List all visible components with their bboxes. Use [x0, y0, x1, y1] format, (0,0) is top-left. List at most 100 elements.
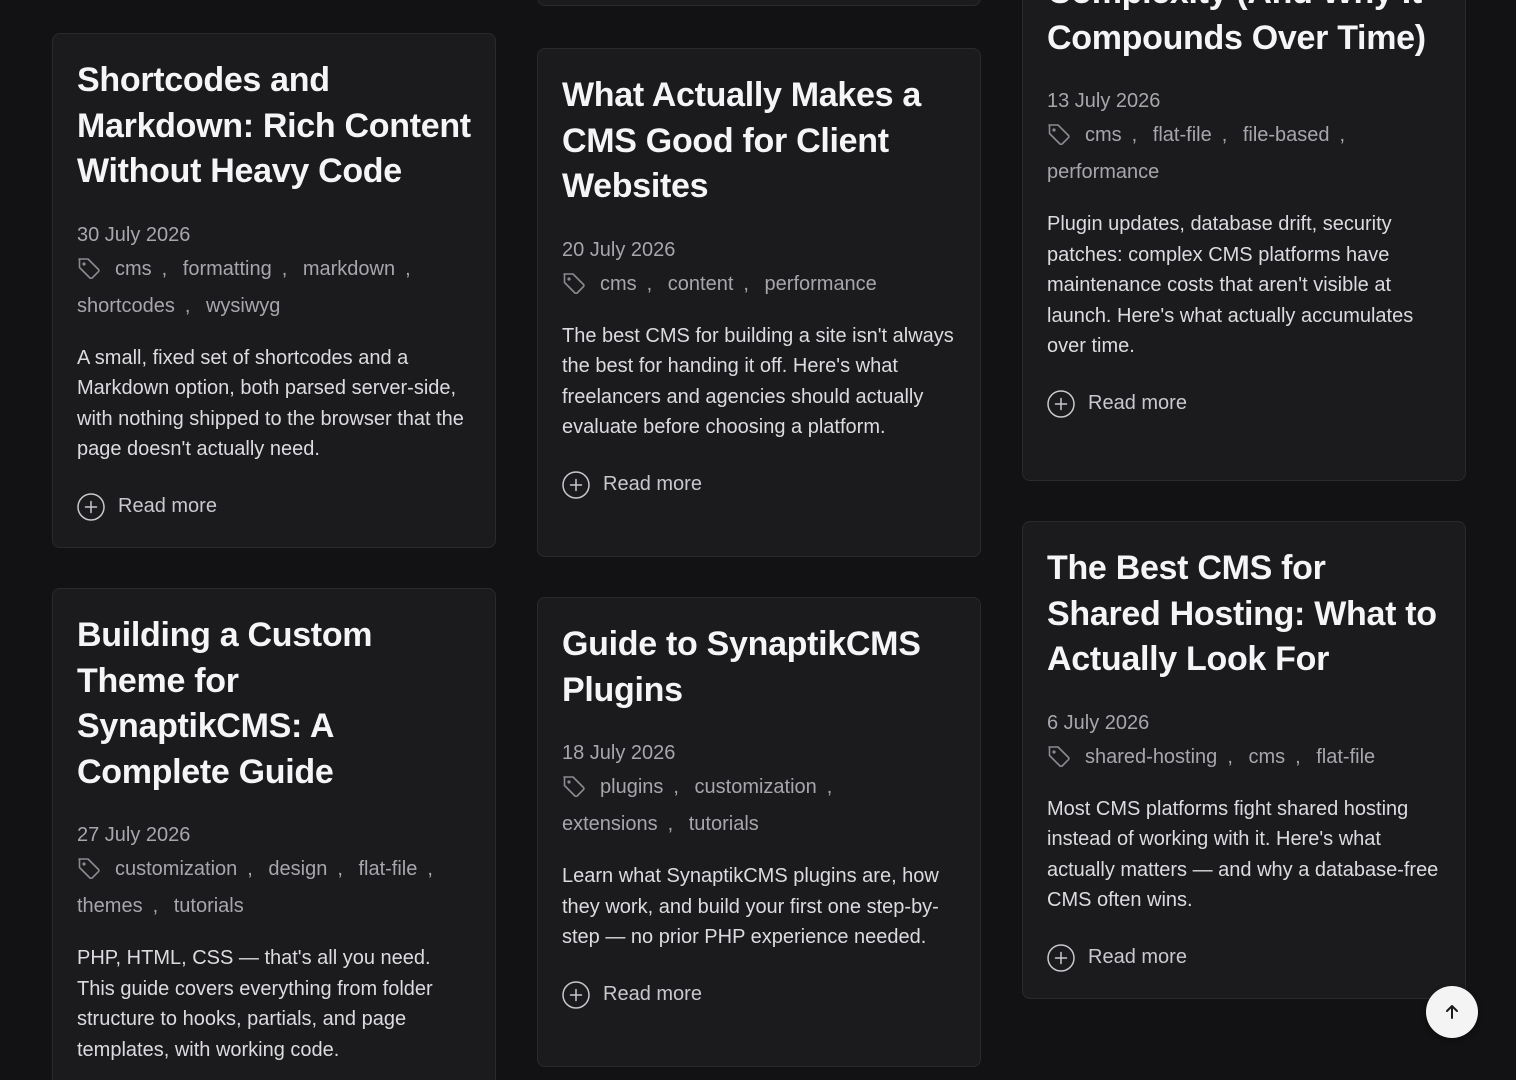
tag-link[interactable]: content: [668, 273, 734, 295]
post-date: 27 July 2026: [77, 824, 191, 846]
tag-link[interactable]: design: [268, 858, 327, 880]
post-card-4: Guide to SynaptikCMS Plugins 18 July 202…: [537, 597, 981, 1067]
post-date: 18 July 2026: [562, 742, 676, 764]
tag-link[interactable]: cms: [1248, 746, 1285, 768]
post-excerpt: The best CMS for building a site isn't a…: [562, 324, 954, 439]
post-meta: 18 July 2026 plugins, customization, ext…: [562, 737, 956, 843]
read-more-link[interactable]: Read more: [562, 470, 956, 499]
post-tags: cms, content, performance: [562, 266, 956, 303]
tag-link[interactable]: flat-file: [1316, 746, 1375, 768]
tag-separator: ,: [427, 858, 433, 880]
blog-post-grid: Shortcodes and Markdown: Rich Content Wi…: [0, 0, 1516, 1080]
scroll-to-top-button[interactable]: [1426, 986, 1478, 1038]
tag-link[interactable]: flat-file: [1153, 124, 1212, 146]
post-title[interactable]: Building a Custom Theme for SynaptikCMS:…: [77, 613, 471, 795]
tag-separator: ,: [1131, 124, 1138, 146]
read-more-label: Read more: [603, 473, 702, 495]
tag-separator: ,: [161, 257, 168, 280]
tag-icon: [563, 272, 585, 294]
tag-separator: ,: [1227, 745, 1233, 768]
post-excerpt: A small, fixed set of shortcodes and a M…: [77, 346, 464, 461]
post-tags: plugins, customization, extensions, tuto…: [562, 769, 956, 843]
tag-separator: ,: [667, 813, 674, 835]
tag-icon: [1048, 745, 1070, 767]
post-title[interactable]: What Actually Makes a CMS Good for Clien…: [562, 73, 956, 210]
tag-separator: ,: [247, 858, 253, 880]
read-more-link[interactable]: Read more: [1047, 389, 1441, 418]
previous-card-bottom: [537, 0, 981, 6]
plus-circle-icon: [1047, 389, 1075, 418]
tag-link[interactable]: performance: [765, 273, 877, 295]
post-card-6: The Best CMS for Shared Hosting: What to…: [1022, 521, 1466, 999]
tag-link[interactable]: customization: [115, 858, 237, 880]
tag-icon: [78, 858, 100, 879]
post-date: 13 July 2026: [1047, 90, 1161, 112]
post-tags: customization, design, flat-file, themes…: [77, 851, 471, 925]
tag-link[interactable]: plugins: [600, 776, 663, 798]
tag-link[interactable]: cms: [600, 273, 637, 295]
tag-link[interactable]: shortcodes: [77, 295, 175, 317]
tag-separator: ,: [743, 272, 749, 295]
tag-separator: ,: [646, 272, 653, 295]
post-card-1: Shortcodes and Markdown: Rich Content Wi…: [52, 33, 496, 548]
post-meta: 27 July 2026 customization, design, flat…: [77, 819, 471, 925]
post-title[interactable]: The Best CMS for Shared Hosting: What to…: [1047, 546, 1441, 683]
tag-icon: [1048, 124, 1070, 145]
tag-separator: ,: [281, 257, 288, 280]
tag-separator: ,: [673, 776, 679, 798]
tag-link[interactable]: shared-hosting: [1085, 746, 1217, 768]
arrow-up-icon: [1446, 1005, 1458, 1019]
tag-link[interactable]: performance: [1047, 161, 1159, 183]
tag-link[interactable]: tutorials: [689, 813, 759, 835]
post-excerpt: Learn what SynaptikCMS plugins are, how …: [562, 865, 939, 948]
post-card-5: Complexity (And Why It Compounds Over Ti…: [1022, 0, 1466, 481]
tag-link[interactable]: wysiwyg: [206, 295, 280, 317]
post-meta: 6 July 2026 shared-hosting, cms, flat-fi…: [1047, 707, 1441, 776]
read-more-link[interactable]: Read more: [562, 980, 956, 1009]
read-more-label: Read more: [603, 983, 702, 1005]
plus-circle-icon: [562, 980, 590, 1009]
read-more-link[interactable]: Read more: [77, 492, 471, 521]
read-more-link[interactable]: Read more: [1047, 943, 1441, 972]
post-date: 30 July 2026: [77, 223, 191, 246]
post-tags: cms, formatting, markdown, shortcodes, w…: [77, 251, 471, 325]
tag-separator: ,: [152, 895, 159, 917]
post-meta: 20 July 2026 cms, content, performance: [562, 234, 956, 303]
post-date: 20 July 2026: [562, 238, 676, 261]
read-more-label: Read more: [1088, 946, 1187, 968]
tag-link[interactable]: markdown: [303, 258, 395, 280]
tag-link[interactable]: cms: [1085, 124, 1122, 146]
post-date: 6 July 2026: [1047, 711, 1150, 734]
tag-separator: ,: [826, 776, 833, 798]
post-title[interactable]: Shortcodes and Markdown: Rich Content Wi…: [77, 58, 471, 195]
post-title[interactable]: Complexity (And Why It Compounds Over Ti…: [1047, 0, 1441, 61]
tag-link[interactable]: themes: [77, 895, 143, 917]
post-excerpt: Plugin updates, database drift, security…: [1047, 213, 1414, 357]
post-meta: 30 July 2026 cms, formatting, markdown, …: [77, 219, 471, 325]
post-title[interactable]: Guide to SynaptikCMS Plugins: [562, 622, 956, 713]
tag-separator: ,: [1339, 124, 1346, 146]
tag-link[interactable]: customization: [695, 776, 817, 798]
tag-link[interactable]: tutorials: [174, 895, 244, 917]
post-excerpt: Most CMS platforms fight shared hosting …: [1047, 797, 1439, 912]
post-meta: 13 July 2026 cms, flat-file, file-based,…: [1047, 85, 1441, 191]
post-excerpt: PHP, HTML, CSS — that's all you need. Th…: [77, 947, 433, 1061]
plus-circle-icon: [562, 470, 590, 499]
tag-separator: ,: [184, 294, 191, 317]
tag-link[interactable]: flat-file: [358, 858, 417, 880]
tag-link[interactable]: formatting: [183, 258, 272, 280]
tag-icon: [563, 776, 585, 797]
post-card-2: Building a Custom Theme for SynaptikCMS:…: [52, 588, 496, 1080]
tag-link[interactable]: cms: [115, 258, 152, 280]
tag-link[interactable]: extensions: [562, 813, 658, 835]
tag-separator: ,: [1295, 745, 1301, 768]
post-tags: cms, flat-file, file-based, performance: [1047, 117, 1441, 191]
tag-link[interactable]: file-based: [1243, 124, 1330, 146]
tag-separator: ,: [405, 257, 411, 280]
post-card-3: What Actually Makes a CMS Good for Clien…: [537, 48, 981, 557]
tag-icon: [78, 257, 100, 279]
post-tags: shared-hosting, cms, flat-file: [1047, 739, 1441, 776]
read-more-label: Read more: [1088, 392, 1187, 414]
tag-separator: ,: [1221, 124, 1228, 146]
plus-circle-icon: [77, 492, 105, 521]
